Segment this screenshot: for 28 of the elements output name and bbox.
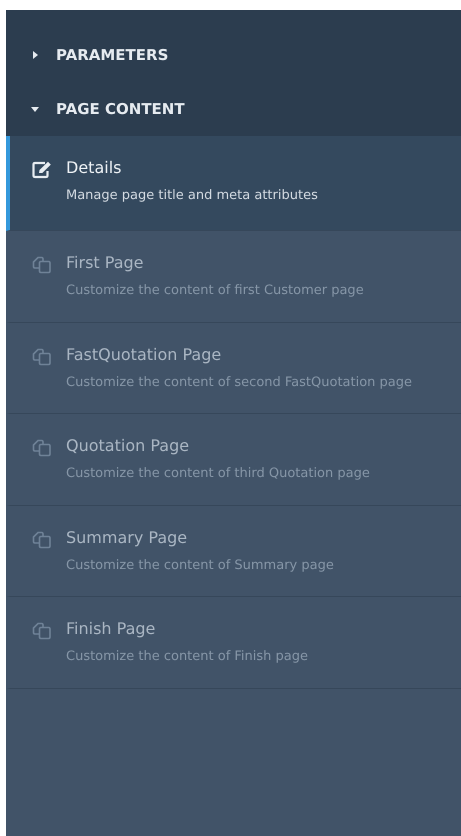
item-description: Customize the content of first Customer page xyxy=(66,282,364,300)
caret-right-icon xyxy=(30,50,40,60)
section-header[interactable]: PAGE CONTENT xyxy=(6,92,461,128)
item-title: Summary Page xyxy=(66,528,188,547)
item-description: Customize the content of third Quotation page xyxy=(66,465,370,484)
copy-icon xyxy=(32,439,52,458)
menu-item[interactable]: Summary Page Customize the content of Summary page xyxy=(6,506,461,598)
item-title: First Page xyxy=(66,253,144,272)
section-header[interactable]: PARAMETERS xyxy=(6,38,461,74)
menu-item[interactable]: Quotation Page Customize the content of third Quotation page xyxy=(6,414,461,506)
caret-down-icon xyxy=(30,104,40,114)
menu-item[interactable]: Details Manage page title and meta attributes xyxy=(6,136,461,232)
copy-icon xyxy=(32,530,52,549)
item-description: Customize the content of second FastQuotation page xyxy=(66,374,412,392)
item-description: Customize the content of Summary page xyxy=(66,556,334,575)
item-description: Customize the content of Finish page xyxy=(66,648,308,666)
item-title: FastQuotation Page xyxy=(66,344,222,364)
menu-item[interactable]: FastQuotation Page Customize the content of second FastQuotation page xyxy=(6,322,461,414)
item-title: Finish Page xyxy=(66,619,156,638)
menu-item[interactable]: Finish Page Customize the content of Finish page xyxy=(6,597,461,689)
copy-icon xyxy=(32,256,52,274)
item-description: Manage page title and meta attributes xyxy=(66,187,318,205)
item-title: Quotation Page xyxy=(66,436,190,456)
copy-icon xyxy=(32,622,52,640)
item-title: Details xyxy=(66,158,122,177)
menu-item[interactable]: First Page Customize the content of first Customer page xyxy=(6,231,461,323)
copy-icon xyxy=(32,348,52,366)
edit-icon xyxy=(32,161,52,179)
